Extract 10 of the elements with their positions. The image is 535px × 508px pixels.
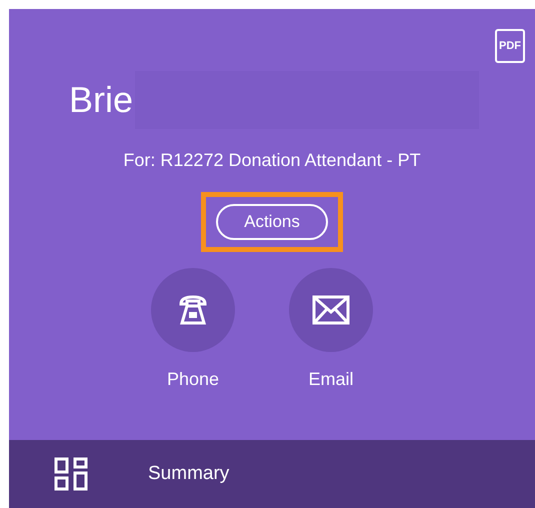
contact-label: Phone [166,368,220,391]
envelope-icon [312,295,350,325]
dashboard-icon [54,457,88,491]
candidate-name: Brie [69,82,134,118]
job-subtitle: For: R12272 Donation Attendant - PT [123,149,421,172]
summary-tab[interactable]: Summary [148,460,230,488]
pdf-icon[interactable]: PDF [495,29,525,63]
contact-label: Email [308,368,354,391]
actions-button[interactable]: Actions [216,204,328,240]
telephone-icon [178,294,208,326]
